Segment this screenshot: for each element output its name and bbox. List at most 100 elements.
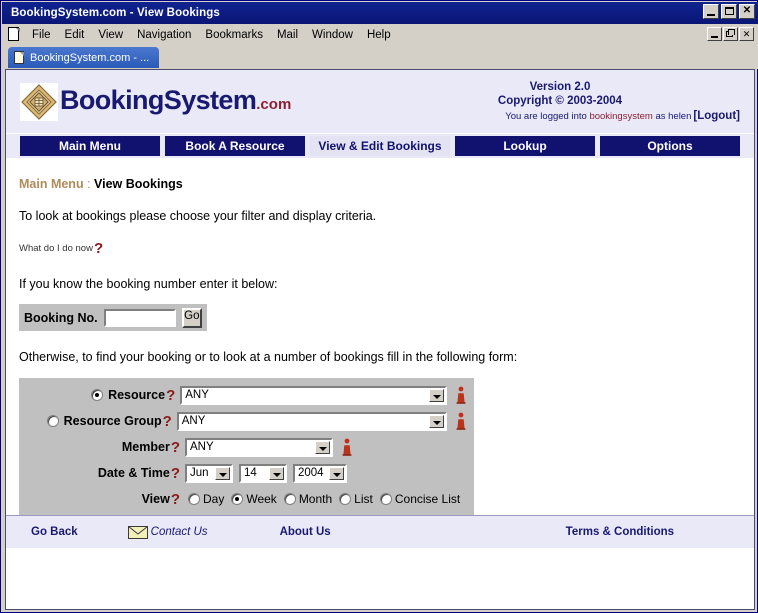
logo-text-system: System: [163, 84, 257, 115]
version-label: Version 2.0: [529, 81, 591, 93]
booking-number-input[interactable]: [103, 308, 176, 327]
month-select-value: Jun: [190, 467, 209, 479]
chevron-down-icon: [429, 388, 444, 402]
footer-terms-link[interactable]: Terms & Conditions: [566, 526, 674, 538]
menu-item-mail[interactable]: Mail: [270, 27, 305, 43]
view-radio-group: Day Week Month List Concise List: [188, 492, 467, 506]
window-control-buttons: ✕: [703, 4, 755, 19]
nav-tab-main-menu[interactable]: Main Menu: [20, 136, 160, 156]
diamond-logo-icon: [20, 83, 58, 121]
login-username: helen: [668, 111, 692, 122]
breadcrumb-parent[interactable]: Main Menu: [19, 177, 84, 191]
breadcrumb: Main Menu : View Bookings: [19, 160, 741, 191]
go-button[interactable]: Go: [181, 307, 202, 328]
view-concise-list-label: Concise List: [394, 492, 461, 506]
footer-contact-us-link[interactable]: Contact Us: [127, 525, 208, 539]
breadcrumb-separator: :: [83, 177, 95, 191]
menu-item-edit[interactable]: Edit: [58, 27, 92, 43]
window-close-button[interactable]: ✕: [739, 4, 755, 19]
view-option-list[interactable]: List: [339, 492, 373, 506]
footer-contact-us-label: Contact Us: [150, 526, 208, 538]
view-option-month[interactable]: Month: [283, 492, 332, 506]
view-month-radio[interactable]: [283, 493, 296, 505]
window-titlebar: BookingSystem.com - View Bookings ✕: [2, 2, 758, 24]
window-minimize-button[interactable]: [703, 4, 719, 19]
view-week-label: Week: [246, 492, 277, 506]
form-row-member: Member ? ANY: [25, 434, 468, 460]
site-logo-text: BookingSystem.com: [60, 85, 291, 120]
menu-item-window[interactable]: Window: [305, 27, 360, 43]
menu-item-navigation[interactable]: Navigation: [130, 27, 198, 43]
resource-radio[interactable]: [91, 389, 104, 401]
view-option-week[interactable]: Week: [231, 492, 277, 506]
mdi-minimize-button[interactable]: [707, 27, 722, 41]
view-concise-list-radio[interactable]: [379, 493, 392, 505]
envelope-icon: [127, 525, 148, 539]
resource-help-icon[interactable]: ?: [166, 388, 175, 403]
document-tab-bookingsystem[interactable]: BookingSystem.com - ...: [8, 47, 160, 68]
booking-filter-form: Resource ? ANY Resource Group ? ANY Memb…: [19, 378, 474, 517]
login-middle: as: [652, 111, 669, 122]
footer-go-back-link[interactable]: Go Back: [31, 526, 78, 538]
window-maximize-button[interactable]: [721, 4, 737, 19]
menu-item-bookmarks[interactable]: Bookmarks: [198, 27, 270, 43]
resource-select-value: ANY: [185, 389, 209, 401]
member-label: Member: [121, 440, 170, 454]
view-day-radio[interactable]: [188, 493, 200, 505]
resource-group-label: Resource Group: [63, 414, 162, 428]
nav-tab-options[interactable]: Options: [600, 136, 740, 156]
month-select[interactable]: Jun: [185, 463, 233, 483]
menu-item-view[interactable]: View: [91, 27, 130, 43]
intro-text: To look at bookings please choose your f…: [19, 209, 377, 223]
resource-group-help-icon[interactable]: ?: [163, 414, 172, 429]
view-list-radio[interactable]: [339, 493, 352, 505]
menu-item-file[interactable]: File: [25, 27, 58, 43]
help-link-label: What do I do now: [19, 243, 93, 254]
form-row-resource-group: Resource Group ? ANY: [25, 408, 468, 434]
page-icon: [14, 51, 25, 64]
what-do-i-do-now-link[interactable]: What do I do now?: [19, 241, 103, 256]
otherwise-text: Otherwise, to find your booking or to lo…: [19, 350, 518, 364]
member-select-value: ANY: [190, 441, 214, 453]
booking-number-prompt: If you know the booking number enter it …: [19, 277, 278, 291]
date-time-help-icon[interactable]: ?: [171, 466, 180, 481]
member-help-icon[interactable]: ?: [171, 440, 180, 455]
day-select[interactable]: 14: [239, 463, 287, 483]
view-help-icon[interactable]: ?: [171, 492, 180, 507]
resource-select[interactable]: ANY: [180, 385, 447, 405]
menu-item-help[interactable]: Help: [360, 27, 398, 43]
chevron-down-icon: [269, 466, 284, 480]
view-option-concise-list[interactable]: Concise List: [379, 492, 461, 506]
page-viewport: BookingSystem.com Version 2.0 Copyright …: [5, 69, 755, 610]
application-window: BookingSystem.com - View Bookings ✕ File…: [0, 0, 758, 613]
site-logo[interactable]: BookingSystem.com: [20, 83, 291, 121]
footer-about-us-link[interactable]: About Us: [280, 526, 331, 538]
view-option-day[interactable]: Day: [188, 492, 224, 506]
year-select[interactable]: 2004: [293, 463, 347, 483]
mdi-close-button[interactable]: ✕: [739, 27, 754, 41]
copyright-label: Copyright © 2003-2004: [497, 95, 623, 107]
resource-group-info-icon[interactable]: [454, 412, 468, 430]
member-select[interactable]: ANY: [185, 437, 333, 457]
screenshot-root: BookingSystem.com - View Bookings ✕ File…: [0, 0, 758, 613]
resource-info-icon[interactable]: [454, 386, 468, 404]
login-system-name: bookingsystem: [589, 111, 653, 122]
date-selects: Jun 14 2004: [185, 463, 353, 483]
view-week-radio[interactable]: [231, 493, 244, 505]
chevron-down-icon: [215, 466, 230, 480]
menubar: File Edit View Navigation Bookmarks Mail…: [2, 24, 758, 45]
logout-link[interactable]: [Logout]: [693, 110, 740, 122]
nav-tab-book-a-resource[interactable]: Book A Resource: [165, 136, 305, 156]
mdi-control-buttons: ✕: [707, 27, 754, 41]
mdi-restore-button[interactable]: [723, 27, 738, 41]
login-prefix: You are logged into: [505, 111, 590, 122]
resource-group-select[interactable]: ANY: [176, 411, 447, 431]
nav-tab-lookup[interactable]: Lookup: [455, 136, 595, 156]
resource-group-radio[interactable]: [46, 415, 59, 427]
page-content: Main Menu : View Bookings To look at boo…: [6, 160, 754, 548]
nav-tab-view-edit-bookings[interactable]: View & Edit Bookings: [310, 136, 450, 156]
member-info-icon[interactable]: [340, 438, 354, 456]
resource-group-select-value: ANY: [181, 415, 206, 427]
login-status: You are logged into bookingsystem as hel…: [380, 110, 740, 123]
logo-text-dotcom: .com: [256, 95, 292, 113]
